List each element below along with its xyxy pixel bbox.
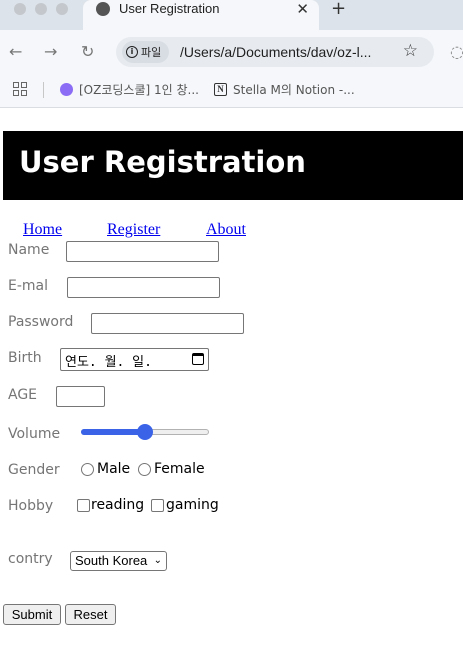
email-input[interactable] bbox=[67, 277, 220, 298]
gender-male-radio[interactable] bbox=[81, 463, 94, 476]
age-label: AGE bbox=[8, 387, 38, 403]
age-input[interactable] bbox=[56, 386, 105, 407]
bookmark-notion[interactable]: N Stella M의 Notion -... bbox=[214, 81, 355, 98]
password-input[interactable] bbox=[91, 313, 244, 334]
globe-icon bbox=[96, 2, 110, 16]
volume-slider-thumb[interactable] bbox=[137, 424, 153, 440]
tab-close-icon[interactable]: ✕ bbox=[296, 0, 309, 18]
site-info-label: 파일 bbox=[141, 46, 162, 59]
bookmarks-divider bbox=[43, 82, 44, 98]
notion-logo-icon: N bbox=[214, 83, 227, 96]
back-arrow-icon[interactable]: ← bbox=[9, 42, 22, 61]
hobby-reading-label[interactable]: reading bbox=[91, 497, 144, 513]
nav-link-about[interactable]: About bbox=[206, 221, 246, 239]
nav-link-home[interactable]: Home bbox=[23, 221, 62, 239]
volume-label: Volume bbox=[8, 426, 61, 442]
forward-arrow-icon[interactable]: → bbox=[44, 42, 57, 61]
hobby-reading-checkbox[interactable] bbox=[77, 499, 90, 512]
hobby-gaming-label[interactable]: gaming bbox=[166, 497, 219, 513]
name-label: Name bbox=[8, 242, 50, 258]
volume-slider-fill bbox=[81, 429, 145, 435]
nav-link-register[interactable]: Register bbox=[107, 221, 160, 239]
info-icon: i bbox=[126, 46, 138, 58]
reset-button[interactable]: Reset bbox=[65, 604, 116, 625]
name-input[interactable] bbox=[66, 241, 219, 262]
tab-title: User Registration bbox=[119, 1, 220, 16]
page-header: User Registration bbox=[3, 131, 463, 200]
gender-male-label[interactable]: Male bbox=[97, 461, 130, 477]
chevron-down-icon: ⌄ bbox=[153, 555, 162, 566]
password-label: Password bbox=[8, 314, 74, 330]
url-text[interactable]: /Users/a/Documents/dav/oz-l... bbox=[180, 44, 371, 60]
reload-icon[interactable]: ↻ bbox=[81, 42, 94, 61]
volume-slider[interactable] bbox=[81, 424, 209, 440]
window-close-dot[interactable] bbox=[14, 3, 26, 15]
gender-label: Gender bbox=[8, 462, 60, 478]
window-minimize-dot[interactable] bbox=[35, 3, 47, 15]
bookmark-label: Stella M의 Notion -... bbox=[233, 83, 355, 97]
email-label: E-mal bbox=[8, 278, 49, 294]
window-zoom-dot[interactable] bbox=[56, 3, 68, 15]
country-label: contry bbox=[8, 551, 53, 567]
oz-logo-icon bbox=[60, 83, 73, 96]
birth-date-placeholder: 연도. 월. 일. bbox=[65, 355, 152, 370]
browser-tab-active[interactable]: User Registration ✕ bbox=[83, 0, 319, 30]
country-select[interactable]: South Korea ⌄ bbox=[70, 551, 167, 571]
site-info-chip[interactable]: i 파일 bbox=[122, 41, 170, 63]
browser-tab-bar: User Registration ✕ + bbox=[0, 0, 463, 30]
page-title: User Registration bbox=[19, 145, 306, 179]
bookmark-oz[interactable]: [OZ코딩스쿨] 1인 창... bbox=[60, 81, 199, 98]
submit-button[interactable]: Submit bbox=[3, 604, 61, 625]
extension-icon[interactable]: ◌ bbox=[450, 42, 463, 61]
country-selected-value: South Korea bbox=[75, 553, 148, 568]
gender-female-radio[interactable] bbox=[138, 463, 151, 476]
birth-label: Birth bbox=[8, 350, 42, 366]
star-icon[interactable]: ☆ bbox=[403, 41, 418, 61]
address-bar[interactable]: i 파일 /Users/a/Documents/dav/oz-l... ☆ bbox=[116, 37, 434, 67]
calendar-icon[interactable] bbox=[192, 353, 204, 365]
bookmarks-bar: [OZ코딩스쿨] 1인 창... N Stella M의 Notion -... bbox=[0, 74, 463, 108]
hobby-gaming-checkbox[interactable] bbox=[151, 499, 164, 512]
hobby-label: Hobby bbox=[8, 498, 54, 514]
apps-icon[interactable] bbox=[13, 82, 27, 96]
gender-female-label[interactable]: Female bbox=[154, 461, 205, 477]
bookmark-label: [OZ코딩스쿨] 1인 창... bbox=[79, 83, 199, 97]
birth-date-input[interactable]: 연도. 월. 일. bbox=[60, 348, 209, 371]
new-tab-icon[interactable]: + bbox=[331, 0, 346, 19]
browser-toolbar: ← → ↻ i 파일 /Users/a/Documents/dav/oz-l..… bbox=[0, 30, 463, 74]
